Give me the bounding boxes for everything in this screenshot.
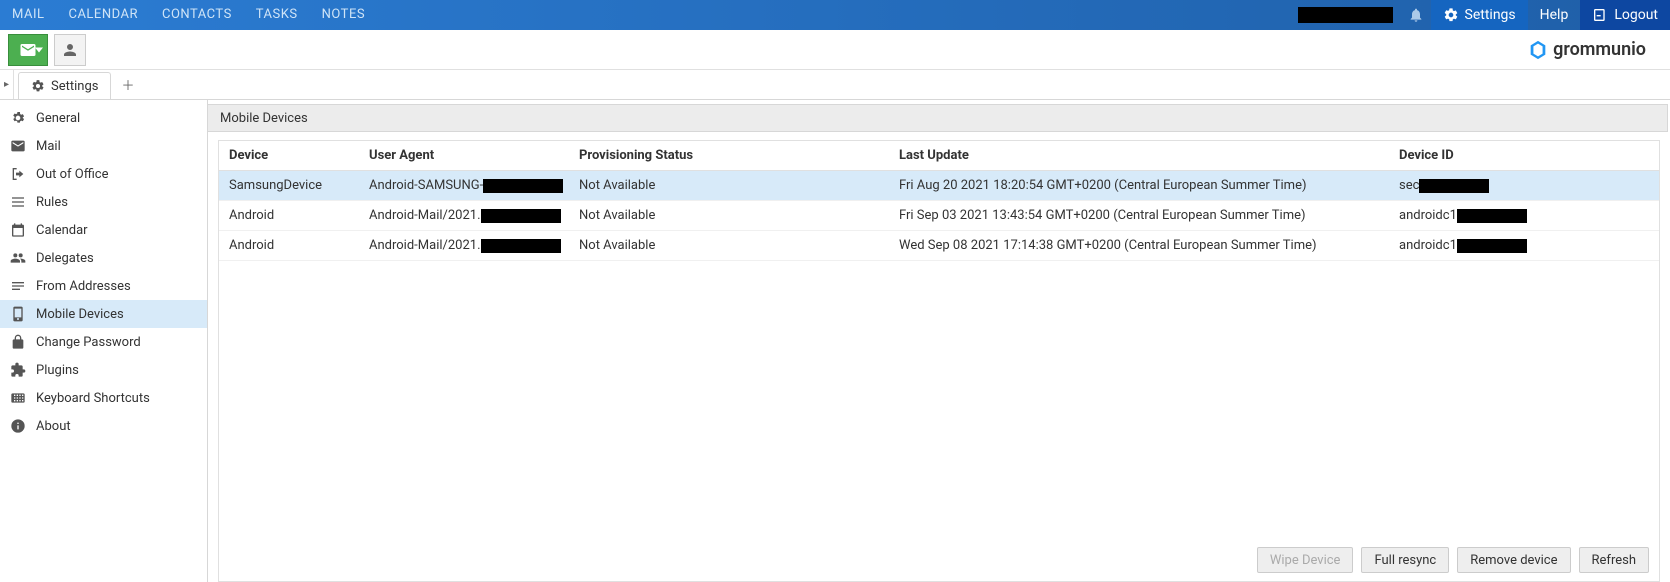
- col-user-agent[interactable]: User Agent: [369, 148, 579, 163]
- mobile-icon: [10, 306, 26, 322]
- grid-header: Device User Agent Provisioning Status La…: [219, 141, 1659, 171]
- sidebar-item-calendar[interactable]: Calendar: [0, 216, 207, 244]
- sidebar-item-general[interactable]: General: [0, 104, 207, 132]
- sidebar-item-mail[interactable]: Mail: [0, 132, 207, 160]
- top-nav: MAIL CALENDAR CONTACTS TASKS NOTES Setti…: [0, 0, 1670, 30]
- cell-user-agent: Android-SAMSUNG-: [369, 178, 579, 193]
- cell-provisioning: Not Available: [579, 208, 899, 223]
- table-row[interactable]: AndroidAndroid-Mail/2021.Not AvailableFr…: [219, 201, 1659, 231]
- content: General Mail Out of Office Rules Calendar Del…: [0, 100, 1670, 582]
- sidebar-item-label: Delegates: [36, 251, 94, 266]
- cell-last-update: Wed Sep 08 2021 17:14:38 GMT+0200 (Centr…: [899, 238, 1399, 253]
- sidebar-item-label: About: [36, 419, 71, 434]
- calendar-icon: [10, 222, 26, 238]
- brand-logo: grommunio: [1527, 39, 1662, 61]
- sidebar-item-about[interactable]: About: [0, 412, 207, 440]
- nav-mail[interactable]: MAIL: [0, 0, 56, 30]
- table-row[interactable]: AndroidAndroid-Mail/2021.Not AvailableWe…: [219, 231, 1659, 261]
- lock-icon: [10, 334, 26, 350]
- info-icon: [10, 418, 26, 434]
- sidebar-item-label: General: [36, 111, 80, 126]
- top-nav-right: Settings Help Logout: [1298, 0, 1670, 30]
- cell-last-update: Fri Sep 03 2021 13:43:54 GMT+0200 (Centr…: [899, 208, 1399, 223]
- cell-user-agent: Android-Mail/2021.: [369, 238, 579, 253]
- sidebar-item-label: Change Password: [36, 335, 141, 350]
- device-table: Device User Agent Provisioning Status La…: [218, 140, 1660, 582]
- full-resync-button[interactable]: Full resync: [1361, 547, 1449, 573]
- table-row[interactable]: SamsungDeviceAndroid-SAMSUNG-Not Availab…: [219, 171, 1659, 201]
- nav-contacts[interactable]: CONTACTS: [150, 0, 244, 30]
- cell-device: Android: [229, 208, 369, 223]
- gear-icon: [31, 79, 45, 93]
- refresh-button[interactable]: Refresh: [1579, 547, 1649, 573]
- wipe-device-button[interactable]: Wipe Device: [1257, 547, 1354, 573]
- contact-button[interactable]: [54, 34, 86, 66]
- user-name-redacted[interactable]: [1298, 7, 1393, 23]
- toolbar: grommunio: [0, 30, 1670, 70]
- sidebar-item-label: Mail: [36, 139, 61, 154]
- cell-provisioning: Not Available: [579, 238, 899, 253]
- panel-header: Mobile Devices: [208, 104, 1668, 132]
- sidebar-item-label: Calendar: [36, 223, 88, 238]
- help-label: Help: [1540, 7, 1569, 23]
- mail-icon: [10, 138, 26, 154]
- sidebar-item-label: Out of Office: [36, 167, 108, 182]
- logout-label: Logout: [1614, 7, 1658, 23]
- settings-button[interactable]: Settings: [1431, 0, 1528, 30]
- main-panel: Mobile Devices Device User Agent Provisi…: [208, 100, 1670, 582]
- gear-icon: [10, 110, 26, 126]
- exit-icon: [10, 166, 26, 182]
- rules-icon: [10, 194, 26, 210]
- from-icon: [10, 278, 26, 294]
- tab-settings[interactable]: Settings: [18, 72, 111, 99]
- sidebar-item-keyboard-shortcuts[interactable]: Keyboard Shortcuts: [0, 384, 207, 412]
- delegates-icon: [10, 250, 26, 266]
- bell-icon[interactable]: [1401, 0, 1431, 30]
- nav-calendar[interactable]: CALENDAR: [56, 0, 150, 30]
- sidebar-item-from-addresses[interactable]: From Addresses: [0, 272, 207, 300]
- cell-device-id: sec: [1399, 178, 1649, 193]
- col-provisioning[interactable]: Provisioning Status: [579, 148, 899, 163]
- add-tab[interactable]: ＋: [111, 70, 144, 99]
- grid-body: SamsungDeviceAndroid-SAMSUNG-Not Availab…: [219, 171, 1659, 261]
- cell-device-id: androidc1: [1399, 208, 1649, 223]
- tab-settings-label: Settings: [51, 79, 98, 94]
- cell-last-update: Fri Aug 20 2021 18:20:54 GMT+0200 (Centr…: [899, 178, 1399, 193]
- tab-bar: ▸ Settings ＋: [0, 70, 1670, 100]
- cell-device: Android: [229, 238, 369, 253]
- sidebar-item-change-password[interactable]: Change Password: [0, 328, 207, 356]
- keyboard-icon: [10, 390, 26, 406]
- sidebar-item-label: Mobile Devices: [36, 307, 124, 322]
- compose-button[interactable]: [8, 34, 48, 66]
- sidebar-item-label: Keyboard Shortcuts: [36, 391, 150, 406]
- nav-tasks[interactable]: TASKS: [244, 0, 310, 30]
- cell-user-agent: Android-Mail/2021.: [369, 208, 579, 223]
- settings-label: Settings: [1465, 7, 1516, 23]
- sidebar-item-out-of-office[interactable]: Out of Office: [0, 160, 207, 188]
- puzzle-icon: [10, 362, 26, 378]
- nav-notes[interactable]: NOTES: [310, 0, 377, 30]
- cell-device: SamsungDevice: [229, 178, 369, 193]
- cell-device-id: androidc1: [1399, 238, 1649, 253]
- sidebar-item-label: From Addresses: [36, 279, 131, 294]
- logout-button[interactable]: Logout: [1580, 0, 1670, 30]
- sidebar-item-delegates[interactable]: Delegates: [0, 244, 207, 272]
- col-last-update[interactable]: Last Update: [899, 148, 1399, 163]
- col-device[interactable]: Device: [229, 148, 369, 163]
- cell-provisioning: Not Available: [579, 178, 899, 193]
- sidebar-item-label: Rules: [36, 195, 68, 210]
- sidebar-item-rules[interactable]: Rules: [0, 188, 207, 216]
- sidebar-item-label: Plugins: [36, 363, 79, 378]
- remove-device-button[interactable]: Remove device: [1457, 547, 1570, 573]
- settings-sidebar: General Mail Out of Office Rules Calendar Del…: [0, 100, 208, 582]
- collapse-handle[interactable]: ▸: [0, 70, 14, 99]
- sidebar-item-plugins[interactable]: Plugins: [0, 356, 207, 384]
- sidebar-item-mobile-devices[interactable]: Mobile Devices: [0, 300, 207, 328]
- brand-text: grommunio: [1553, 39, 1646, 60]
- help-button[interactable]: Help: [1528, 0, 1581, 30]
- button-bar: Wipe Device Full resync Remove device Re…: [219, 539, 1659, 581]
- top-nav-left: MAIL CALENDAR CONTACTS TASKS NOTES: [0, 0, 377, 30]
- col-device-id[interactable]: Device ID: [1399, 148, 1649, 163]
